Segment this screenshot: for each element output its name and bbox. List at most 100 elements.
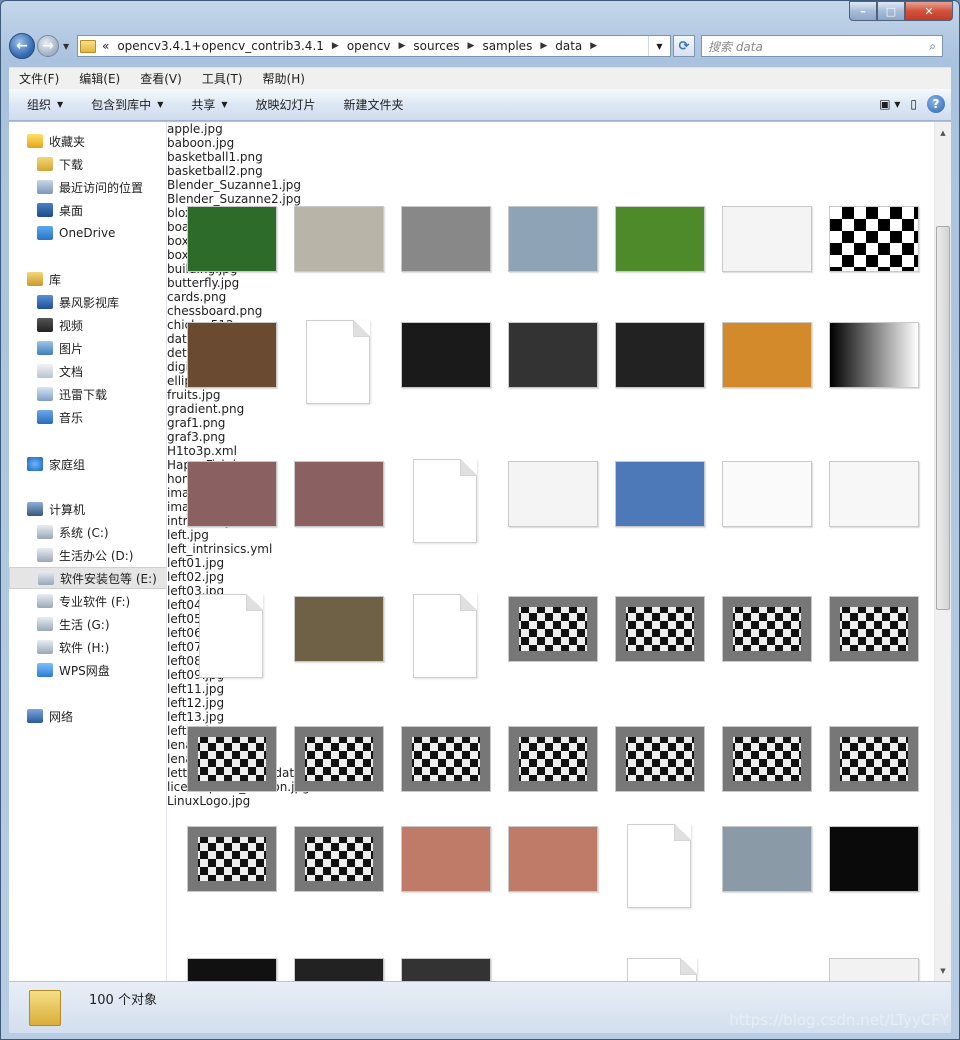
address-history-dropdown[interactable]: ▼ [648, 36, 670, 56]
slideshow-button[interactable]: 放映幻灯片 [238, 96, 326, 113]
file-item[interactable]: butterfly.jpg [167, 276, 951, 290]
file-item[interactable]: H1to3p.xml [167, 444, 951, 458]
menu-item[interactable]: 帮助(H) [253, 70, 315, 87]
scroll-down-icon[interactable]: ▼ [935, 962, 951, 979]
vertical-scrollbar[interactable]: ▲ ▼ [934, 122, 951, 981]
image-thumbnail [508, 322, 598, 388]
nav-drive-1[interactable]: 生活办公 (D:) [9, 544, 166, 566]
preview-pane-button[interactable]: ▯ [910, 97, 917, 111]
nav-fav-3[interactable]: OneDrive [9, 222, 166, 244]
menu-item[interactable]: 工具(T) [192, 70, 253, 87]
nav-lib-2[interactable]: 图片 [9, 337, 166, 359]
nav-fav-2[interactable]: 桌面 [9, 199, 166, 221]
minimize-button[interactable]: – [849, 1, 877, 21]
file-item[interactable]: left12.jpg [167, 696, 951, 710]
file-item[interactable]: baboon.jpg [167, 136, 951, 150]
file-item[interactable]: basketball1.png [167, 150, 951, 164]
file-item[interactable]: left.jpg [167, 528, 951, 542]
recent-pages-dropdown[interactable]: ▼ [63, 42, 73, 51]
maximize-button[interactable]: □ [877, 1, 905, 21]
nav-drive-3[interactable]: 专业软件 (F:) [9, 590, 166, 612]
image-thumbnail [615, 461, 705, 527]
back-button[interactable]: ← [9, 33, 35, 59]
nav-label: 音乐 [59, 410, 84, 425]
breadcrumb-separator-icon[interactable]: ▶ [332, 41, 339, 51]
nav-favorites[interactable]: 收藏夹 [9, 130, 166, 152]
nav-lib-5[interactable]: 音乐 [9, 406, 166, 428]
nav-network[interactable]: 网络 [9, 705, 166, 727]
image-thumbnail [187, 826, 277, 892]
view-options-button[interactable]: ▣ ▾ [879, 97, 900, 111]
close-button[interactable]: ✕ [905, 1, 953, 21]
file-item[interactable]: left01.jpg [167, 556, 951, 570]
scrollbar-thumb[interactable] [936, 226, 950, 610]
nav-homegroup[interactable]: 家庭组 [9, 453, 166, 475]
file-item[interactable]: basketball2.png [167, 164, 951, 178]
nav-fav-1[interactable]: 最近访问的位置 [9, 176, 166, 198]
new-folder-button[interactable]: 新建文件夹 [326, 96, 414, 113]
nav-fav-0[interactable]: 下载 [9, 153, 166, 175]
file-item[interactable]: LinuxLogo.jpg [167, 794, 951, 808]
file-item[interactable]: left11.jpg [167, 682, 951, 696]
image-thumbnail [722, 206, 812, 272]
breadcrumb-overflow[interactable]: « [102, 39, 109, 53]
nav-library[interactable]: 库 [9, 268, 166, 290]
breadcrumb-item[interactable]: opencv [347, 39, 391, 53]
nav-drive-5[interactable]: 软件 (H:) [9, 636, 166, 658]
file-item[interactable]: left02.jpg [167, 570, 951, 584]
image-thumbnail [829, 322, 919, 388]
file-item[interactable]: fruits.jpg [167, 388, 951, 402]
menu-item[interactable]: 文件(F) [9, 70, 69, 87]
image-thumbnail [615, 596, 705, 662]
image-thumbnail [829, 596, 919, 662]
document-icon [627, 958, 697, 981]
scroll-up-icon[interactable]: ▲ [935, 124, 951, 141]
nav-lib-4[interactable]: 迅雷下载 [9, 383, 166, 405]
file-item[interactable]: gradient.png [167, 402, 951, 416]
share-button[interactable]: 共享 ▼ [173, 96, 237, 113]
breadcrumb-separator-icon[interactable]: ▶ [468, 41, 475, 51]
nav-drive-2[interactable]: 软件安装包等 (E:) [9, 567, 166, 589]
organize-button[interactable]: 组织 ▼ [9, 96, 73, 113]
file-item[interactable]: Blender_Suzanne2.jpg [167, 192, 951, 206]
include-in-library-button[interactable]: 包含到库中 ▼ [73, 96, 173, 113]
nav-lib-0[interactable]: 暴风影视库 [9, 291, 166, 313]
file-item[interactable]: left09.jpg [167, 668, 951, 682]
file-item[interactable]: cards.png [167, 290, 951, 304]
nav-drive-4[interactable]: 生活 (G:) [9, 613, 166, 635]
lib-1-icon [37, 318, 53, 332]
nav-label: 专业软件 (F:) [59, 594, 131, 609]
nav-lib-1[interactable]: 视频 [9, 314, 166, 336]
nav-drive-0[interactable]: 系统 (C:) [9, 521, 166, 543]
menu-item[interactable]: 编辑(E) [69, 70, 130, 87]
help-icon[interactable]: ? [927, 95, 945, 113]
address-bar[interactable]: « opencv3.4.1+opencv_contrib3.4.1 ▶ opencv… [77, 35, 671, 57]
nav-drive-6[interactable]: WPS网盘 [9, 659, 166, 681]
file-item[interactable]: apple.jpg [167, 122, 951, 136]
nav-computer[interactable]: 计算机 [9, 498, 166, 520]
forward-button[interactable]: → [37, 35, 59, 57]
file-item[interactable]: graf1.png [167, 416, 951, 430]
breadcrumb-item[interactable]: opencv3.4.1+opencv_contrib3.4.1 [117, 39, 324, 53]
breadcrumb-item[interactable]: samples [482, 39, 532, 53]
breadcrumb-item[interactable]: data [555, 39, 582, 53]
breadcrumb-separator-icon[interactable]: ▶ [398, 41, 405, 51]
refresh-button[interactable]: ⟳ [673, 35, 695, 57]
file-item[interactable]: Blender_Suzanne1.jpg [167, 178, 951, 192]
image-thumbnail [722, 826, 812, 892]
file-item[interactable]: graf3.png [167, 430, 951, 444]
menu-item[interactable]: 查看(V) [130, 70, 192, 87]
breadcrumb-item[interactable]: sources [413, 39, 459, 53]
nav-label: 网络 [49, 709, 74, 724]
nav-label: WPS网盘 [59, 663, 110, 678]
nav-label: 软件 (H:) [59, 640, 110, 655]
search-input[interactable]: 搜索 data ⌕ [701, 35, 943, 57]
nav-lib-3[interactable]: 文档 [9, 360, 166, 382]
file-item[interactable]: chessboard.png [167, 304, 951, 318]
slideshow-label: 放映幻灯片 [255, 98, 316, 112]
breadcrumb-separator-icon[interactable]: ▶ [540, 41, 547, 51]
file-item[interactable]: left_intrinsics.yml [167, 542, 951, 556]
file-item[interactable]: left13.jpg [167, 710, 951, 724]
breadcrumb-separator-icon[interactable]: ▶ [590, 41, 597, 51]
navigation-pane: 收藏夹 下载 最近访问的位置 桌面 OneDrive 库暴风影视库 视频 图片 文档 迅雷下载音乐… [9, 122, 167, 981]
